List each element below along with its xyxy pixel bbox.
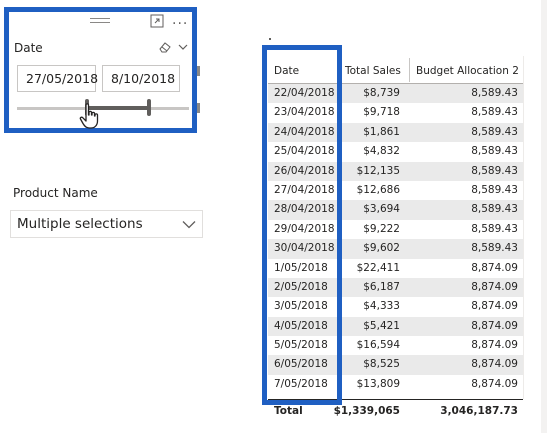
resize-handle[interactable] [197,66,200,76]
chevron-down-icon[interactable] [178,43,188,51]
column-header-date[interactable]: Date [274,65,299,77]
cell-total-sales: $13,809 [356,377,400,390]
chevron-down-icon[interactable] [182,220,196,229]
cell-total-sales: $9,602 [363,242,400,255]
table-row[interactable]: 25/04/2018 $4,832 8,589.43 [268,142,523,161]
cell-budget-allocation: 8,589.43 [471,125,518,138]
cell-budget-allocation: 8,589.43 [471,222,518,235]
drag-grip-icon[interactable] [90,18,110,23]
cell-budget-allocation: 8,874.09 [471,377,518,390]
product-name-dropdown[interactable]: Multiple selections [10,210,203,238]
cell-date: 23/04/2018 [274,106,335,119]
cell-date: 22/04/2018 [274,87,335,99]
cell-total-sales: $8,739 [363,87,400,99]
cell-date: 6/05/2018 [274,358,328,371]
cell-total-sales: $4,832 [363,145,400,158]
cell-budget-allocation: 8,589.43 [471,145,518,158]
cell-budget-allocation: 8,589.43 [471,242,518,255]
cell-total-sales: $5,421 [363,319,400,332]
column-header-budget-allocation[interactable]: Budget Allocation 2 [416,65,519,77]
cell-budget-allocation: 8,874.09 [471,319,518,332]
date-slicer[interactable]: ··· Date 27/05/2018 8/10/2018 [4,7,197,133]
cell-date: 28/04/2018 [274,203,335,216]
table-row[interactable]: 26/04/2018 $12,135 8,589.43 [268,161,523,181]
cell-total-sales: $9,222 [363,222,400,235]
total-sales-value: $1,339,065 [333,405,400,417]
table-row[interactable]: 27/04/2018 $12,686 8,589.43 [268,181,523,200]
page-scrollbar[interactable] [541,0,547,433]
report-canvas: ··· Date 27/05/2018 8/10/2018 Product Na… [0,0,547,433]
column-header-total-sales[interactable]: Total Sales [345,65,401,77]
cell-total-sales: $4,333 [363,300,400,313]
cell-budget-allocation: 8,589.43 [471,87,518,99]
cell-total-sales: $1,861 [363,125,400,138]
cell-date: 24/04/2018 [274,125,335,138]
cell-date: 25/04/2018 [274,145,335,158]
cell-date: 26/04/2018 [274,164,335,177]
table-row[interactable]: 1/05/2018 $22,411 8,874.09 [268,259,523,278]
table-total-row: Total $1,339,065 3,046,187.73 [268,399,523,421]
cell-total-sales: $6,187 [363,280,400,293]
cell-date: 4/05/2018 [274,319,328,332]
column-divider[interactable] [338,58,339,82]
cell-budget-allocation: 8,874.09 [471,280,518,293]
start-date-input[interactable]: 27/05/2018 [17,65,98,92]
cell-date: 7/05/2018 [274,377,328,390]
table-header: Date Total Sales Budget Allocation 2 [268,56,523,84]
cell-total-sales: $3,694 [363,203,400,216]
cell-budget-allocation: 8,874.09 [471,358,518,371]
cell-total-sales: $12,135 [356,164,400,177]
cell-budget-allocation: 8,589.43 [471,203,518,216]
cell-budget-allocation: 8,874.09 [471,300,518,313]
product-dropdown-value: Multiple selections [17,216,143,232]
cell-date: 27/04/2018 [274,183,335,196]
table-row[interactable]: 7/05/2018 $13,809 8,874.09 [268,375,523,394]
cell-date: 1/05/2018 [274,261,328,274]
cell-date: 3/05/2018 [274,300,328,313]
cell-budget-allocation: 8,589.43 [471,183,518,196]
cell-total-sales: $12,686 [356,183,400,196]
clear-selections-icon[interactable] [158,41,172,53]
end-date-input[interactable]: 8/10/2018 [102,65,180,92]
table-row[interactable]: 4/05/2018 $5,421 8,874.09 [268,316,523,337]
table-row[interactable]: 22/04/2018 $8,739 8,589.43 [268,84,523,104]
cell-budget-allocation: 8,874.09 [471,261,518,274]
resize-handle[interactable] [197,103,200,113]
table-row[interactable]: 5/05/2018 $16,594 8,874.09 [268,336,523,355]
cell-total-sales: $8,525 [363,358,400,371]
table-row[interactable]: 23/04/2018 $9,718 8,589.43 [268,103,523,122]
table-row[interactable]: 30/04/2018 $9,602 8,589.43 [268,239,523,259]
visual-indicator-dot [269,38,271,40]
table-row[interactable]: 2/05/2018 $6,187 8,874.09 [268,277,523,298]
cell-budget-allocation: 8,874.09 [471,339,518,352]
table-row[interactable]: 6/05/2018 $8,525 8,874.09 [268,355,523,375]
cell-total-sales: $16,594 [356,339,400,352]
cell-total-sales: $9,718 [363,106,400,119]
table-row[interactable]: 24/04/2018 $1,861 8,589.43 [268,122,523,143]
cell-date: 2/05/2018 [274,280,328,293]
range-end-handle[interactable] [147,99,151,116]
table-body: 22/04/2018 $8,739 8,589.43 23/04/2018 $9,718… [268,84,523,394]
total-budget-value: 3,046,187.73 [440,405,518,417]
table-row[interactable]: 3/05/2018 $4,333 8,874.09 [268,297,523,316]
total-label: Total [274,405,303,417]
table-row[interactable]: 29/04/2018 $9,222 8,589.43 [268,220,523,239]
column-divider[interactable] [409,58,410,82]
cell-date: 30/04/2018 [274,242,335,255]
product-slicer-title: Product Name [13,186,98,200]
cell-budget-allocation: 8,589.43 [471,106,518,119]
cell-budget-allocation: 8,589.43 [471,164,518,177]
table-row[interactable]: 28/04/2018 $3,694 8,589.43 [268,200,523,220]
hand-pointer-icon [79,103,99,129]
more-options-icon[interactable]: ··· [172,17,188,31]
table-scrollbar[interactable] [523,56,524,399]
cell-date: 29/04/2018 [274,222,335,235]
cell-total-sales: $22,411 [356,261,400,274]
focus-mode-icon[interactable] [150,14,164,28]
cell-date: 5/05/2018 [274,339,328,352]
date-slicer-title: Date [14,41,43,55]
